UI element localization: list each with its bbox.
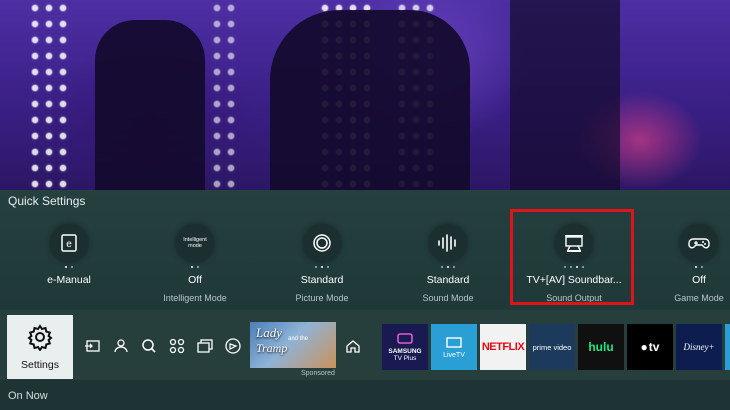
quick-setting-value: Standard <box>426 274 470 286</box>
stage-lights-mid <box>210 0 240 190</box>
sound-mode-icon <box>429 224 467 262</box>
home-icon[interactable] <box>344 337 362 355</box>
quick-setting-label: Picture Mode <box>295 293 349 303</box>
tv-icon <box>446 336 462 348</box>
source-icon[interactable] <box>84 337 102 355</box>
quick-setting-game-mode[interactable]: Off Game Mode <box>644 224 730 303</box>
gamepad-icon <box>680 224 718 262</box>
app-label: Disney+ <box>683 342 715 352</box>
e-manual-icon: e <box>50 224 88 262</box>
app-disney-plus[interactable]: Disney+ <box>676 324 722 370</box>
svg-text:e: e <box>66 239 72 250</box>
app-label: NETFLIX <box>481 341 525 353</box>
sponsored-label: Sponsored <box>301 370 335 377</box>
media-icon[interactable] <box>224 337 242 355</box>
gear-icon <box>27 324 53 352</box>
quick-setting-sound-mode[interactable]: Standard Sound Mode <box>393 224 503 303</box>
intelligent-mode-icon: Intelligent mode <box>176 224 214 262</box>
home-bar: Settings Lady and the Tramp Sponsored SA… <box>0 310 730 380</box>
quick-setting-label: Sound Mode <box>422 293 474 303</box>
quick-setting-label: Game Mode <box>674 293 724 303</box>
ambient-icon[interactable] <box>196 337 214 355</box>
app-livetv[interactable]: LiveTV <box>431 324 477 370</box>
settings-button[interactable]: Settings <box>7 315 73 379</box>
quick-setting-value: Off <box>692 274 706 286</box>
quick-settings-title: Quick Settings <box>8 194 86 208</box>
intelligent-icon-subtext: mode <box>188 243 202 249</box>
on-now-label: On Now <box>8 390 48 402</box>
app-apple-tv[interactable]: ● tv <box>627 324 673 370</box>
video-background <box>0 0 730 190</box>
promo-title-line1: Lady <box>256 325 282 340</box>
quick-setting-label: Intelligent Mode <box>163 293 227 303</box>
promo-title-small: and the <box>288 336 309 342</box>
on-now-section: On Now <box>0 380 730 410</box>
performer-silhouette-center <box>270 10 470 190</box>
app-samsung-tv-plus[interactable]: SAMSUNG TV Plus <box>382 324 428 370</box>
performer-silhouette-left <box>95 20 205 190</box>
quick-setting-intelligent-mode[interactable]: Intelligent mode Off Intelligent Mode <box>140 224 250 303</box>
picture-mode-icon <box>303 224 341 262</box>
app-prime-video[interactable]: prime video <box>529 324 575 370</box>
user-icon[interactable] <box>112 337 130 355</box>
app-label: LiveTV <box>443 351 465 359</box>
apple-icon: ● <box>640 340 648 354</box>
app-netflix[interactable]: NETFLIX <box>480 324 526 370</box>
search-icon[interactable] <box>140 337 158 355</box>
sound-output-highlight-box <box>510 209 634 305</box>
performer-silhouette-right <box>510 0 620 190</box>
quick-setting-value: e-Manual <box>47 274 91 286</box>
quick-setting-picture-mode[interactable]: Standard Picture Mode <box>267 224 377 303</box>
app-label: hulu <box>588 340 614 354</box>
promo-tile[interactable]: Lady and the Tramp <box>250 322 336 368</box>
app-label: tv <box>648 340 660 354</box>
promo-title-line2: Tramp <box>256 341 288 355</box>
app-label-sub: TV Plus <box>393 355 417 362</box>
app-partial[interactable] <box>725 324 730 370</box>
apps-icon[interactable] <box>168 337 186 355</box>
quick-setting-e-manual[interactable]: e e-Manual <box>14 224 124 286</box>
stage-lights-left <box>28 0 68 190</box>
app-hulu[interactable]: hulu <box>578 324 624 370</box>
app-label: prime video <box>532 342 572 352</box>
quick-setting-value: Standard <box>300 274 344 286</box>
tv-plus-icon <box>397 333 413 344</box>
settings-label: Settings <box>21 359 59 371</box>
app-label: SAMSUNG <box>388 348 422 355</box>
quick-setting-value: Off <box>188 274 202 286</box>
